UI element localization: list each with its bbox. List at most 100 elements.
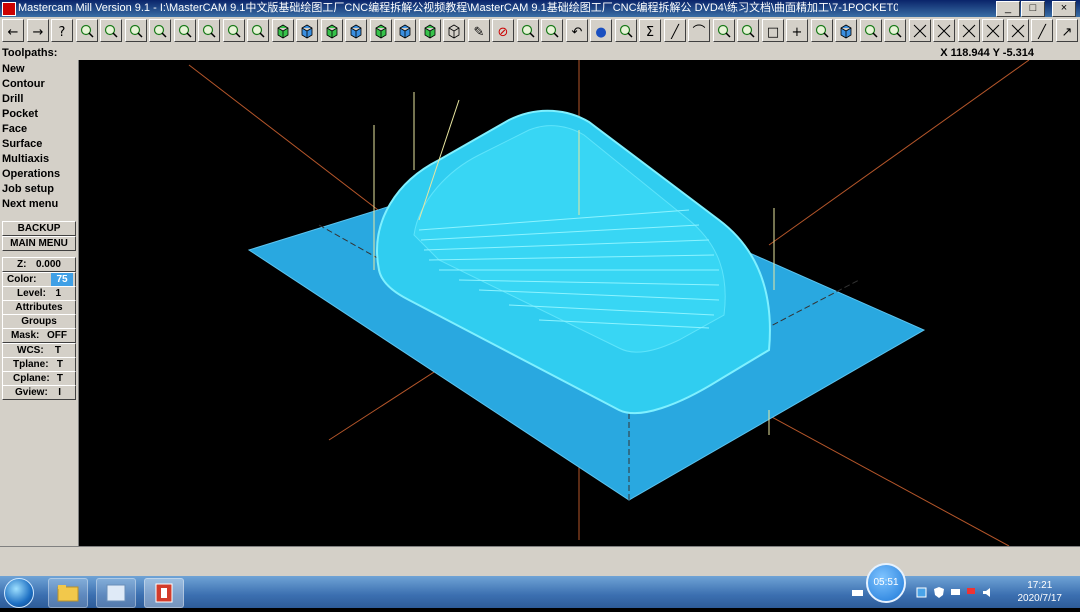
- menu-item-pocket[interactable]: Pocket: [2, 107, 38, 122]
- color-button[interactable]: Color: 75: [2, 272, 76, 287]
- menu-item-face[interactable]: Face: [2, 122, 27, 137]
- maximize-button[interactable]: □: [1021, 1, 1045, 17]
- toolbar-button-zoom-out[interactable]: [173, 19, 196, 42]
- taskbar-explorer[interactable]: [48, 578, 88, 608]
- toolbar-button-fillet[interactable]: [712, 19, 735, 42]
- toolbar-button-line[interactable]: ╱: [663, 19, 686, 42]
- toolbar-button-calculator[interactable]: [75, 19, 98, 42]
- svg-text:↗: ↗: [1061, 25, 1072, 39]
- toolbar-button-arc[interactable]: ⌒: [688, 19, 710, 42]
- left-arrow-icon: ←: [8, 25, 19, 39]
- menu-item-new[interactable]: New: [2, 62, 25, 77]
- recording-timer-bubble[interactable]: 05:51: [866, 563, 906, 603]
- toolbar-button-arrow-diag[interactable]: ↗: [1055, 19, 1078, 42]
- color-label: Color:: [7, 274, 37, 285]
- toolbar-button-top-view[interactable]: [296, 19, 318, 42]
- toolbar-button-side-view[interactable]: [345, 19, 367, 42]
- menu-item-job-setup[interactable]: Job setup: [2, 182, 54, 197]
- toolbar-button-pan[interactable]: [198, 19, 220, 42]
- toolbar-button-cross-1[interactable]: [908, 19, 931, 42]
- level-label: Level:: [17, 288, 46, 299]
- toolbar-button-trim[interactable]: [810, 19, 833, 42]
- taskbar-media[interactable]: [96, 578, 136, 608]
- toolpaths-menu: New Contour Drill Pocket Face Surface Mu…: [0, 60, 79, 546]
- toolbar-button-undo[interactable]: ↶: [565, 19, 588, 42]
- toolbar-button-shade[interactable]: ●: [590, 19, 612, 42]
- toolbar-button-spline[interactable]: [737, 19, 759, 42]
- menu-item-surface[interactable]: Surface: [2, 137, 42, 152]
- svg-text:□: □: [766, 25, 778, 39]
- toolbar-button-select-view[interactable]: [222, 19, 245, 42]
- toolbar-button-surface[interactable]: [859, 19, 882, 42]
- menu-item-next-menu[interactable]: Next menu: [2, 197, 58, 212]
- start-button[interactable]: [4, 578, 34, 608]
- cross-2-icon: [937, 24, 951, 37]
- menu-item-multiaxis[interactable]: Multiaxis: [2, 152, 49, 167]
- toolbar-button-line-2[interactable]: ╱: [1031, 19, 1053, 42]
- toolbar-button-eraser[interactable]: ✎: [467, 19, 490, 42]
- toolbar-button-point[interactable]: +: [786, 19, 808, 42]
- isometric-model-view: [188, 59, 1030, 547]
- minimize-button[interactable]: _: [996, 1, 1020, 17]
- toolbar-button-ops[interactable]: [884, 19, 906, 42]
- network-icon[interactable]: [950, 587, 961, 598]
- toolbar-button-solid[interactable]: [835, 19, 857, 42]
- keyboard-icon[interactable]: [852, 587, 863, 598]
- toolbar-button-cube-view-3[interactable]: [418, 19, 441, 42]
- toolbar-button-cross-4[interactable]: [982, 19, 1004, 42]
- system-clock[interactable]: 17:21 2020/7/17: [1018, 579, 1063, 605]
- groups-button[interactable]: Groups: [2, 314, 76, 329]
- gview-button[interactable]: Gview: I: [2, 385, 76, 400]
- toolbar-button-cross-3[interactable]: [957, 19, 980, 42]
- toolbar-button-layers[interactable]: [541, 19, 563, 42]
- main-menu-button[interactable]: MAIN MENU: [2, 236, 76, 251]
- security-icon[interactable]: [934, 587, 945, 598]
- close-button[interactable]: ×: [1052, 1, 1076, 17]
- toolbar-button-regen[interactable]: [614, 19, 637, 42]
- tplane-button[interactable]: Tplane: T: [2, 357, 76, 372]
- toolbar-button-sigma[interactable]: Σ: [639, 19, 661, 42]
- toolbar-button-zoom-in[interactable]: [149, 19, 171, 42]
- cplane-button[interactable]: Cplane: T: [2, 371, 76, 386]
- svg-text:●: ●: [595, 25, 606, 39]
- volume-icon[interactable]: [982, 587, 993, 598]
- cplane-value: T: [56, 373, 63, 384]
- level-button[interactable]: Level: 1: [2, 286, 76, 301]
- toolbar-button-iso-view[interactable]: [271, 19, 294, 42]
- backup-button[interactable]: BACKUP: [2, 221, 76, 236]
- svg-text:←: ←: [8, 25, 19, 39]
- toolbar-button-transform[interactable]: [516, 19, 539, 42]
- taskbar-mastercam[interactable]: [144, 578, 184, 608]
- analyze-icon: [104, 24, 118, 38]
- toolbar-button-cube-view-2[interactable]: [394, 19, 416, 42]
- toolbar-button-cube-view[interactable]: [369, 19, 392, 42]
- svg-text:✎: ✎: [473, 25, 484, 39]
- mask-button[interactable]: Mask: OFF: [2, 328, 76, 343]
- menu-item-operations[interactable]: Operations: [2, 167, 60, 182]
- calculator-icon: [80, 24, 94, 38]
- toolbar-button-help[interactable]: ?: [51, 19, 73, 42]
- z-depth-button[interactable]: Z: 0.000: [2, 257, 76, 272]
- app-icon[interactable]: [2, 2, 16, 16]
- menu-item-drill[interactable]: Drill: [2, 92, 23, 107]
- cross-5-icon: [1011, 24, 1024, 37]
- toolbar-button-cross-2[interactable]: [933, 19, 955, 42]
- toolbar-button-rectangle[interactable]: □: [761, 19, 784, 42]
- toolbar-button-cross-5[interactable]: [1006, 19, 1029, 42]
- attributes-button[interactable]: Attributes: [2, 300, 76, 315]
- toolbar-button-front-view[interactable]: [320, 19, 343, 42]
- toolbar-button-right-arrow[interactable]: →: [26, 19, 49, 42]
- top-view-icon: [301, 24, 313, 38]
- toolbar-button-analyze[interactable]: [100, 19, 122, 42]
- flag-icon[interactable]: [966, 587, 977, 598]
- toolbar-button-delete[interactable]: ⊘: [492, 19, 514, 42]
- toolbar-button-zoom-window[interactable]: [124, 19, 147, 42]
- tray-app-icon[interactable]: [916, 587, 927, 598]
- toolbar-button-wire-cube[interactable]: [443, 19, 465, 42]
- menu-item-contour[interactable]: Contour: [2, 77, 45, 92]
- toolbar-button-left-arrow[interactable]: ←: [2, 19, 24, 42]
- graphics-viewport[interactable]: [79, 59, 1080, 547]
- wcs-button[interactable]: WCS: T: [2, 343, 76, 358]
- fillet-icon: [717, 24, 731, 38]
- toolbar-button-rotate[interactable]: [247, 19, 269, 42]
